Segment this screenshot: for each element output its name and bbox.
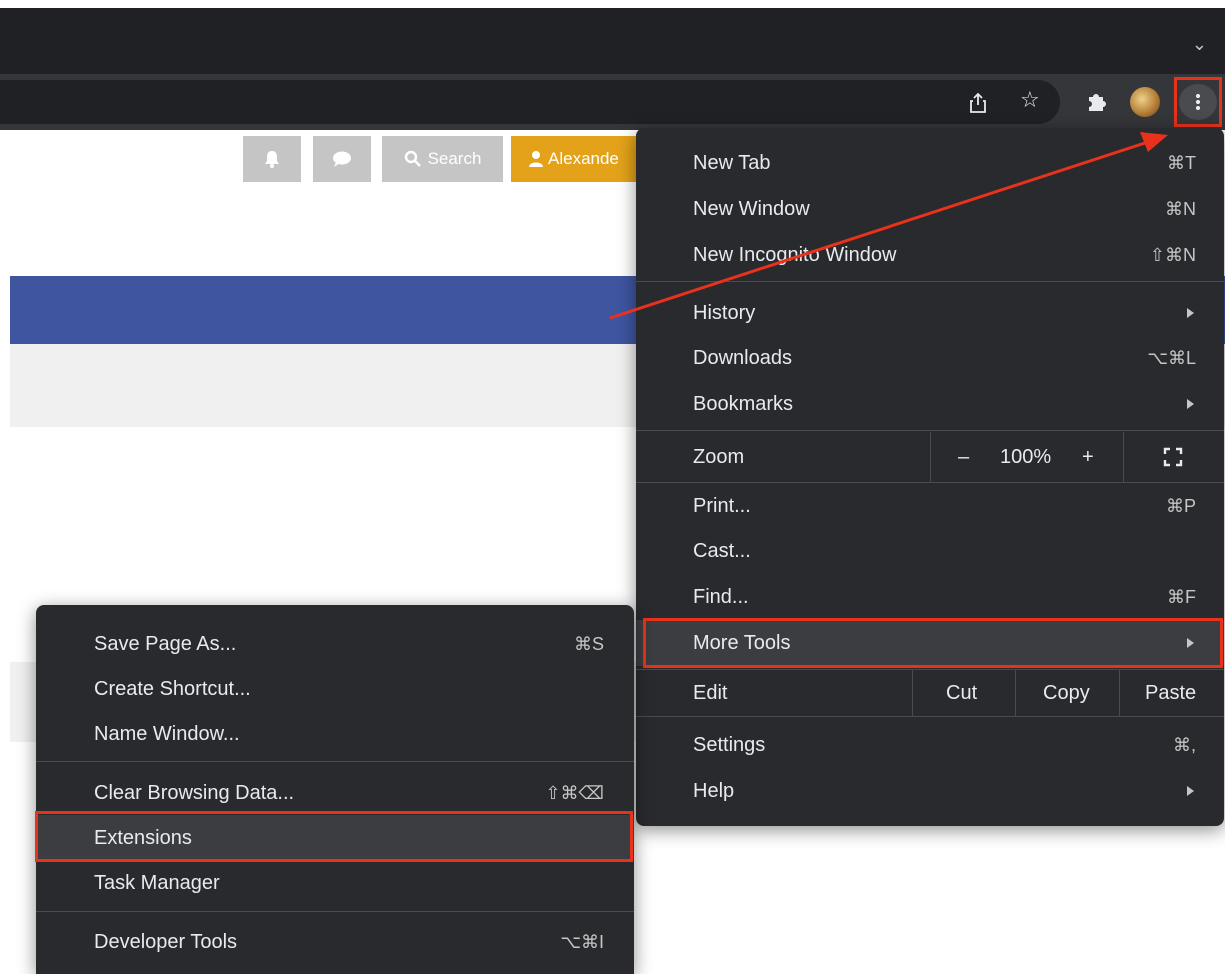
annotation-arrow bbox=[609, 132, 1168, 320]
